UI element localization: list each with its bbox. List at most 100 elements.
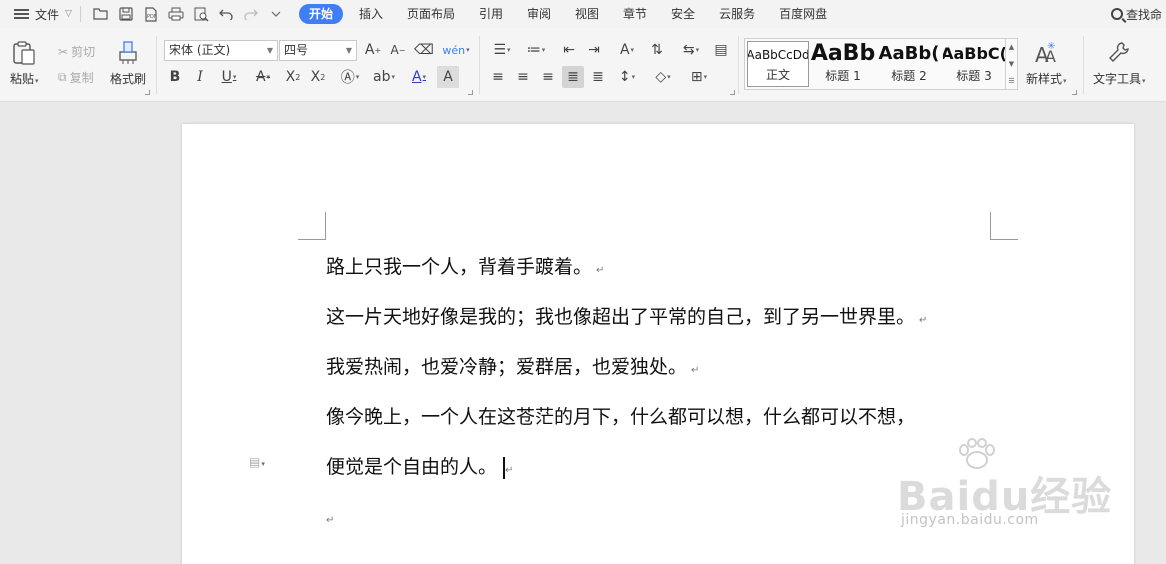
copy-button[interactable]: ⧉ 复制 [58,69,94,86]
numbered-list-icon[interactable]: ≔ ▾ [521,39,551,61]
character-shading-icon[interactable]: A [437,66,459,88]
format-painter-label: 格式刷 [110,72,147,86]
style-heading-2[interactable]: AaBb( 标题 2 [877,41,941,87]
divider [156,36,157,94]
save-icon[interactable] [114,3,139,25]
paragraph-mark: ↵ [505,465,514,476]
shading-icon[interactable]: ◇ ▾ [648,66,678,88]
redo-icon[interactable] [239,3,264,25]
grow-font-icon[interactable]: A + [362,39,384,61]
paste-label: 粘贴▾ [10,72,39,86]
show-marks-icon[interactable]: ⇆ ▾ [676,39,706,61]
increase-indent-icon[interactable]: ⇥ [583,39,605,61]
tab-cloud-service[interactable]: 云服务 [707,4,767,24]
tab-security[interactable]: 安全 [659,4,707,24]
group-launcher-icon[interactable] [145,90,150,95]
bullet-list-icon[interactable]: ☰ ▾ [487,39,517,61]
text-tools-button[interactable]: 文字工具▾ [1093,40,1146,87]
menu-bar: 文件 ▽ PDF 开始 插入 页面布局 引用 审阅 视图 章节 安全 云服务 百… [0,0,1166,28]
borders-icon[interactable]: ⊞ ▾ [684,66,714,88]
decrease-indent-icon[interactable]: ⇤ [558,39,580,61]
highlight-icon[interactable]: ab ▾ [369,66,399,88]
chevron-up-icon[interactable]: ▲ [1009,43,1014,51]
subscript-icon[interactable]: X2 [307,66,329,88]
distributed-align-icon[interactable]: ≣ [587,66,609,88]
style-preview: AaBb( [878,43,940,64]
cut-button[interactable]: ✂ 剪切 [58,43,95,60]
new-style-button[interactable]: A A ✳ 新样式▾ [1026,40,1067,87]
group-launcher-icon[interactable] [1072,90,1077,95]
style-heading-3[interactable]: AaBbC( 标题 3 [943,41,1005,87]
tab-insert[interactable]: 插入 [347,4,395,24]
tab-baidu-netdisk[interactable]: 百度网盘 [767,4,839,24]
paragraph[interactable]: 路上只我一个人，背着手踱着。 ↵ [326,252,604,279]
divider [479,36,480,94]
scissors-icon: ✂ [58,44,69,59]
line-spacing-icon[interactable]: ↕ ▾ [612,66,642,88]
font-name-value: 宋体 (正文) [169,43,231,57]
group-launcher-icon[interactable] [468,90,473,95]
font-size-value: 四号 [284,43,309,57]
text-tools-label: 文字工具▾ [1093,72,1146,86]
italic-icon[interactable]: I [189,66,211,88]
strikethrough-icon[interactable]: A ▾ [248,66,278,88]
svg-text:✳: ✳ [1047,41,1055,52]
undo-icon[interactable] [214,3,239,25]
style-heading-1[interactable]: AaBb 标题 1 [811,41,875,87]
clear-format-icon[interactable]: ⌫ [413,39,435,61]
format-painter-button[interactable]: 格式刷 [110,40,146,87]
file-menu[interactable]: 文件 ▽ [0,0,72,28]
print-preview-icon[interactable] [189,3,214,25]
ribbon: 粘贴▾ ✂ 剪切 ⧉ 复制 格式刷 宋体 (正文) ▼ 四号 ▼ A + A − ⌫… [0,28,1166,102]
paragraph[interactable]: 像今晚上，一个人在这苍茫的月下，什么都可以想，什么都可以不想， [326,402,915,429]
text-effect-icon[interactable]: Ⓐ ▾ [335,66,365,88]
paragraph-text: 像今晚上，一个人在这苍茫的月下，什么都可以想，什么都可以不想， [326,406,916,428]
group-launcher-icon[interactable] [730,90,735,95]
paste-icon [13,41,35,65]
text-direction-icon[interactable]: A ▾ [612,39,642,61]
paragraph[interactable]: 我爱热闹，也爱冷静；爱群居，也爱独处。 ↵ [326,352,699,379]
divider [738,36,739,94]
paragraph[interactable]: ↵ [326,506,334,528]
ribbon-tabs: 开始 插入 页面布局 引用 审阅 视图 章节 安全 云服务 百度网盘 [298,0,839,28]
superscript-icon[interactable]: X2 [282,66,304,88]
chevron-down-icon: ▼ [345,46,352,55]
phonetic-guide-icon[interactable]: wén ▾ [440,39,472,61]
bold-icon[interactable]: B [164,66,186,88]
print-icon[interactable] [164,3,189,25]
align-left-icon[interactable]: ≡ [487,66,509,88]
tab-view[interactable]: 视图 [563,4,611,24]
margin-marker-top-left [298,212,326,240]
chevron-down-icon: ▼ [266,46,273,55]
cut-label: 剪切 [71,45,96,59]
style-name: 标题 1 [825,69,861,83]
align-center-icon[interactable]: ≡ [512,66,534,88]
paragraph[interactable]: 便觉是个自由的人。 ↵ [326,452,513,479]
chevron-down-icon[interactable]: ▼ [1009,60,1014,68]
table-of-contents-icon[interactable]: ▤ [710,39,732,61]
export-pdf-icon[interactable]: PDF [139,3,164,25]
font-name-select[interactable]: 宋体 (正文) ▼ [164,40,278,61]
font-size-select[interactable]: 四号 ▼ [279,40,357,61]
tab-page-layout[interactable]: 页面布局 [395,4,467,24]
sort-icon[interactable]: ⇅ [646,39,668,61]
tab-review[interactable]: 审阅 [515,4,563,24]
open-folder-icon[interactable] [89,3,114,25]
style-normal[interactable]: AaBbCcDd 正文 [747,41,809,87]
paste-button[interactable]: 粘贴▾ [10,40,39,87]
paragraph-layout-icon[interactable]: ▤▾ [249,455,265,469]
align-right-icon[interactable]: ≡ [537,66,559,88]
shrink-font-icon[interactable]: A − [387,39,409,61]
expand-gallery-icon[interactable]: ☰ [1008,77,1014,85]
tab-sections[interactable]: 章节 [611,4,659,24]
styles-scrollbar[interactable]: ▲ ▼ ☰ [1005,39,1017,89]
underline-icon[interactable]: U ▾ [214,66,244,88]
customize-toolbar-icon[interactable] [264,3,289,25]
justify-icon[interactable]: ≣ [562,66,584,88]
search-command[interactable]: 查找命 [1110,0,1166,28]
tab-references[interactable]: 引用 [467,4,515,24]
font-color-icon[interactable]: A ▾ [404,66,434,88]
tab-home[interactable]: 开始 [298,4,343,24]
paragraph[interactable]: 这一片天地好像是我的；我也像超出了平常的自己，到了另一世界里。 ↵ [326,302,927,329]
paragraph-text: 便觉是个自由的人。 [326,456,498,478]
